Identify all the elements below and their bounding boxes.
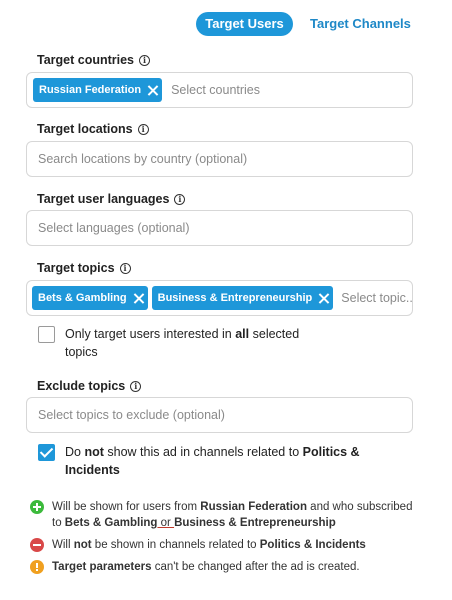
only-interested-text-pre: Only target users interested in xyxy=(65,327,236,341)
target-locations-label: Target locations i xyxy=(37,122,149,136)
note-shown-topic-1: Bets & Gambling xyxy=(64,517,158,529)
note-shown-topic-2: Business & Entrepreneurship xyxy=(174,517,336,529)
target-countries-label: Target countries i xyxy=(37,53,151,67)
remove-chip-icon[interactable] xyxy=(318,293,329,304)
note-shown-pre: Will be shown for users from xyxy=(52,501,201,513)
note-shown-or: or xyxy=(157,517,175,529)
summary-notes: Will be shown for users from Russian Fed… xyxy=(30,499,430,575)
tab-target-users[interactable]: Target Users xyxy=(196,12,293,36)
minus-circle-icon xyxy=(30,538,44,552)
politics-text-bold-not: not xyxy=(84,445,104,459)
topic-chip: Bets & Gambling xyxy=(32,286,148,310)
info-icon[interactable]: i xyxy=(139,54,151,66)
note-not-shown-pre: Will xyxy=(52,539,74,551)
note-warning-text: Target parameters can't be changed after… xyxy=(52,559,360,575)
note-shown: Will be shown for users from Russian Fed… xyxy=(30,499,430,531)
politics-text-bold-topic: Politics & xyxy=(302,445,360,459)
locations-placeholder: Search locations by country (optional) xyxy=(38,152,248,166)
exclude-topics-label: Exclude topics i xyxy=(37,379,142,393)
plus-circle-icon xyxy=(30,500,44,514)
politics-text-mid: show this ad in channels related to xyxy=(103,445,303,459)
note-shown-line2-pre: to xyxy=(52,517,65,529)
note-warning-bold: Target parameters xyxy=(52,561,152,573)
info-icon[interactable]: i xyxy=(137,123,149,135)
target-languages-label-text: Target user languages xyxy=(37,192,170,206)
only-interested-option: Only target users interested in all sele… xyxy=(38,325,299,361)
topic-chip: Business & Entrepreneurship xyxy=(151,286,334,310)
note-not-shown: Will not be shown in channels related to… xyxy=(30,537,430,553)
exclude-topics-label-text: Exclude topics xyxy=(37,379,126,393)
exclude-placeholder: Select topics to exclude (optional) xyxy=(38,408,225,422)
target-countries-label-text: Target countries xyxy=(37,53,135,67)
target-locations-label-text: Target locations xyxy=(37,122,133,136)
only-interested-text-post: selected xyxy=(249,327,300,341)
info-icon[interactable]: i xyxy=(174,193,186,205)
locations-search-input[interactable]: Search locations by country (optional) xyxy=(26,141,413,177)
exclude-topics-select[interactable]: Select topics to exclude (optional) xyxy=(26,397,413,433)
country-chip: Russian Federation xyxy=(33,78,163,102)
topic-chip-label: Business & Entrepreneurship xyxy=(157,292,313,304)
exclude-politics-option: Do not show this ad in channels related … xyxy=(38,443,360,479)
target-languages-label: Target user languages i xyxy=(37,192,186,206)
politics-text-pre: Do xyxy=(65,445,85,459)
languages-select[interactable]: Select languages (optional) xyxy=(26,210,413,246)
target-topics-label: Target topics i xyxy=(37,261,131,275)
note-not-shown-bold: not xyxy=(73,539,92,551)
note-not-shown-topic: Politics & Incidents xyxy=(259,539,366,551)
topics-placeholder: Select topic... xyxy=(341,291,412,305)
note-not-shown-mid: be shown in channels related to xyxy=(91,539,260,551)
topics-select[interactable]: Bets & Gambling Business & Entrepreneurs… xyxy=(26,280,413,316)
info-icon[interactable]: i xyxy=(130,380,142,392)
tab-target-channels[interactable]: Target Channels xyxy=(302,12,419,36)
info-icon[interactable]: i xyxy=(119,262,131,274)
note-warning: Target parameters can't be changed after… xyxy=(30,559,430,575)
country-chip-label: Russian Federation xyxy=(39,84,142,96)
note-not-shown-text: Will not be shown in channels related to… xyxy=(52,537,366,553)
languages-placeholder: Select languages (optional) xyxy=(38,221,190,235)
target-tabs: Target Users Target Channels xyxy=(0,12,452,36)
only-interested-text: Only target users interested in all sele… xyxy=(65,325,299,361)
note-shown-text: Will be shown for users from Russian Fed… xyxy=(52,499,412,531)
countries-select[interactable]: Russian Federation Select countries xyxy=(26,72,413,108)
only-interested-text-bold: all xyxy=(235,327,250,341)
exclude-politics-text: Do not show this ad in channels related … xyxy=(65,443,360,479)
target-topics-label-text: Target topics xyxy=(37,261,115,275)
remove-chip-icon[interactable] xyxy=(147,85,158,96)
topic-chip-label: Bets & Gambling xyxy=(38,292,127,304)
exclude-politics-checkbox[interactable] xyxy=(38,444,55,461)
note-shown-mid: and who subscribed xyxy=(306,501,413,513)
note-shown-country: Russian Federation xyxy=(200,501,307,513)
only-interested-text-line2: topics xyxy=(65,345,98,359)
remove-chip-icon[interactable] xyxy=(133,293,144,304)
note-warning-post: can't be changed after the ad is created… xyxy=(151,561,360,573)
warning-icon xyxy=(30,560,44,574)
only-interested-checkbox[interactable] xyxy=(38,326,55,343)
politics-text-bold-topic-2: Incidents xyxy=(65,463,120,477)
countries-placeholder: Select countries xyxy=(171,83,261,97)
